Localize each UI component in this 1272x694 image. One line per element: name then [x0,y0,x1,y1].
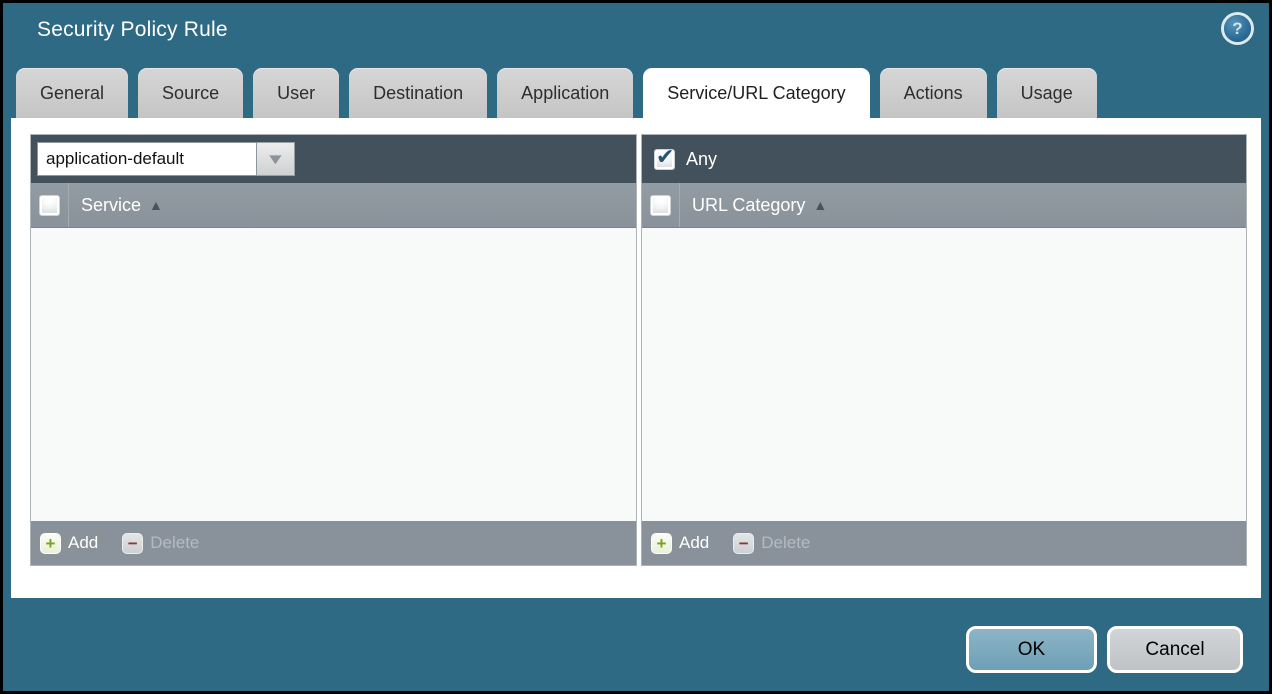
service-select-all-cell [31,183,69,227]
ok-button[interactable]: OK [966,626,1097,673]
tab-strip: General Source User Destination Applicat… [16,68,1107,118]
tab-actions[interactable]: Actions [880,68,987,118]
service-delete-button[interactable]: − Delete [122,533,199,554]
url-category-delete-label: Delete [761,533,810,553]
url-category-panel-footer: + Add − Delete [642,521,1246,565]
url-category-panel: ✔ Any URL Category ▲ + Add − Delete [641,134,1247,566]
service-panel-footer: + Add − Delete [31,521,636,565]
sort-ascending-icon[interactable]: ▲ [813,197,827,213]
tab-application[interactable]: Application [497,68,633,118]
service-add-button[interactable]: + Add [40,533,98,554]
any-checkbox[interactable]: ✔ [654,149,675,170]
service-panel: ▼ Service ▲ + Add − Delete [30,134,637,566]
url-category-column-header[interactable]: URL Category [692,195,805,216]
service-column-header[interactable]: Service [81,195,141,216]
service-type-dropdown-button[interactable]: ▼ [257,142,295,176]
dialog-title: Security Policy Rule [37,18,228,42]
any-checkbox-label[interactable]: Any [686,149,717,170]
url-category-panel-toolbar: ✔ Any [642,135,1246,183]
url-category-select-all-cell [642,183,680,227]
service-panel-toolbar: ▼ [31,135,636,183]
tab-user[interactable]: User [253,68,339,118]
url-category-table-header: URL Category ▲ [642,183,1246,228]
url-category-add-button[interactable]: + Add [651,533,709,554]
security-policy-rule-dialog: Security Policy Rule ? General Source Us… [0,0,1272,694]
service-type-dropdown[interactable]: ▼ [37,142,295,176]
check-icon: ✔ [656,144,674,170]
tab-general[interactable]: General [16,68,128,118]
tab-destination[interactable]: Destination [349,68,487,118]
tab-usage[interactable]: Usage [997,68,1097,118]
chevron-down-icon: ▼ [265,151,286,168]
minus-icon: − [122,533,143,554]
url-category-table-body [642,228,1246,521]
service-delete-label: Delete [150,533,199,553]
tab-content-area: ▼ Service ▲ + Add − Delete [11,118,1261,598]
cancel-button[interactable]: Cancel [1107,626,1243,673]
service-table-body [31,228,636,521]
tab-service-url-category[interactable]: Service/URL Category [643,68,869,118]
tab-source[interactable]: Source [138,68,243,118]
service-type-dropdown-value[interactable] [37,142,257,176]
plus-icon: + [40,533,61,554]
help-icon[interactable]: ? [1224,15,1251,42]
url-category-select-all-checkbox[interactable] [650,195,671,216]
service-add-label: Add [68,533,98,553]
service-table-header: Service ▲ [31,183,636,228]
plus-icon: + [651,533,672,554]
url-category-add-label: Add [679,533,709,553]
service-select-all-checkbox[interactable] [39,195,60,216]
minus-icon: − [733,533,754,554]
url-category-delete-button[interactable]: − Delete [733,533,810,554]
sort-ascending-icon[interactable]: ▲ [149,197,163,213]
